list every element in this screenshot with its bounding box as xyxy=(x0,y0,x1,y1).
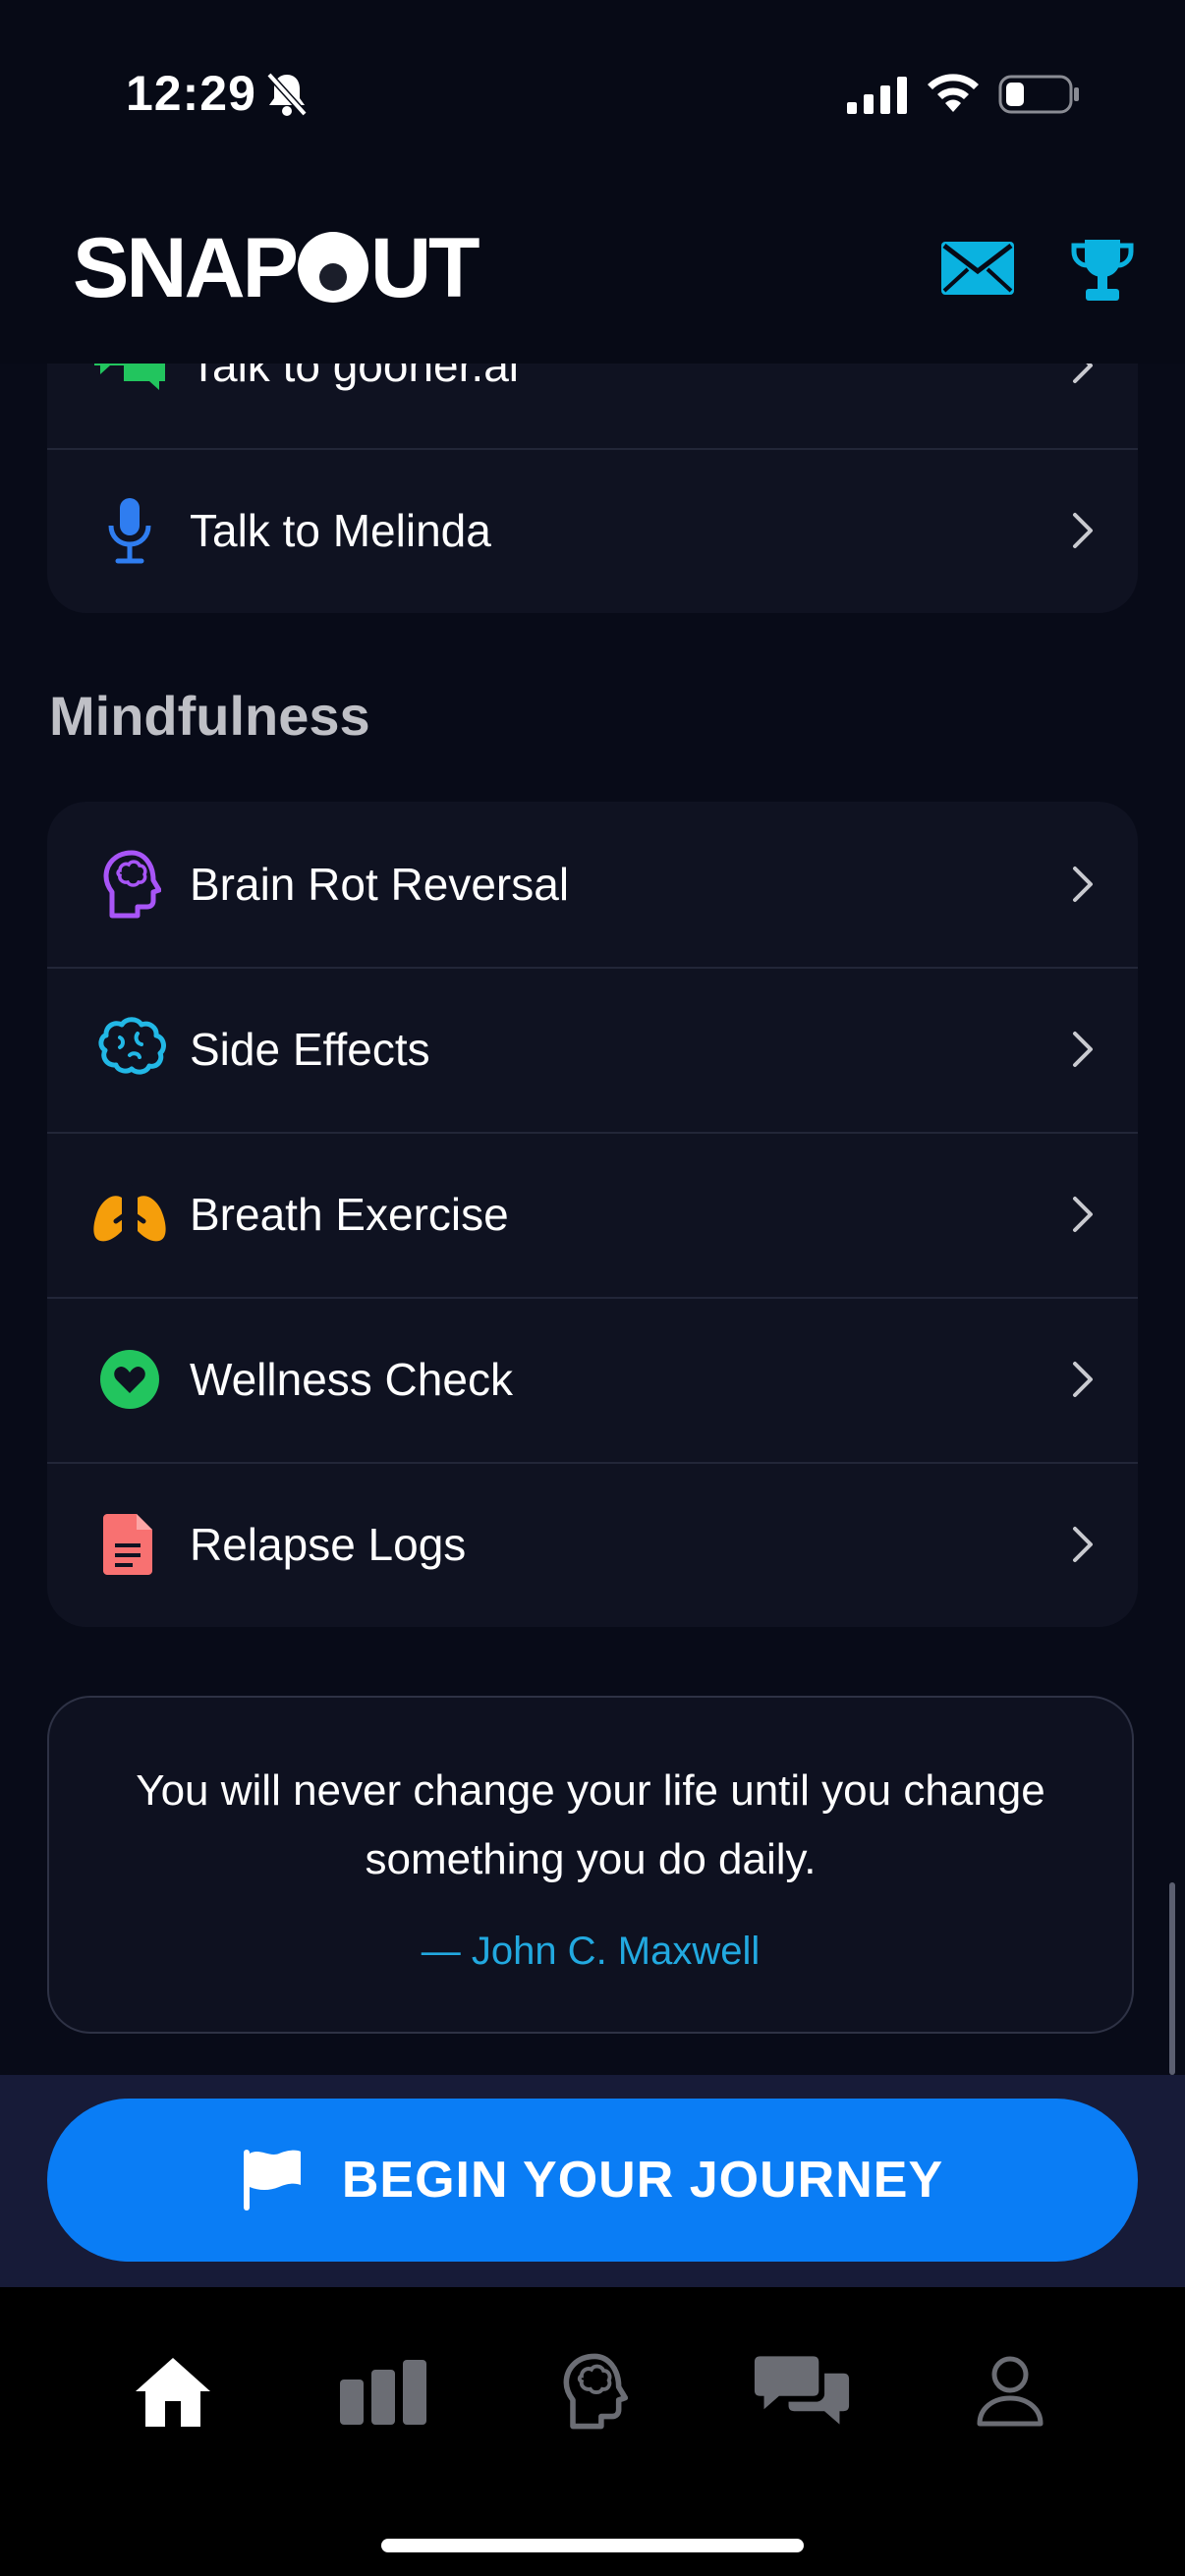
brain-icon xyxy=(90,1010,169,1089)
list-item-label: Side Effects xyxy=(190,1024,430,1075)
scrollbar[interactable] xyxy=(1169,1882,1175,2075)
flag-icon xyxy=(243,2150,301,2211)
wifi-icon xyxy=(928,74,979,112)
trophy-icon[interactable] xyxy=(1071,238,1134,303)
chevron-right-icon xyxy=(1073,1032,1093,1067)
list-item-wellness-check[interactable]: Wellness Check xyxy=(47,1297,1138,1464)
heart-circle-icon xyxy=(90,1340,169,1419)
tab-mind[interactable] xyxy=(543,2342,642,2440)
list-item-breath-exercise[interactable]: Breath Exercise xyxy=(47,1132,1138,1299)
chevron-right-icon xyxy=(1073,1362,1093,1397)
list-item-label: Wellness Check xyxy=(190,1354,513,1405)
home-indicator[interactable] xyxy=(381,2539,804,2552)
list-item-label: Brain Rot Reversal xyxy=(190,859,570,910)
app-logo: SNAP UT xyxy=(73,221,480,315)
mindfulness-card: Brain Rot Reversal Side Effects Breath E… xyxy=(47,802,1138,1627)
begin-journey-button[interactable]: BEGIN YOUR JOURNEY xyxy=(47,2099,1138,2262)
list-item-side-effects[interactable]: Side Effects xyxy=(47,967,1138,1134)
quote-card: You will never change your life until yo… xyxy=(47,1696,1134,2034)
head-brain-icon xyxy=(563,2353,628,2430)
chevron-right-icon xyxy=(1073,513,1093,548)
document-icon xyxy=(90,1505,169,1584)
list-item-label: Talk to Melinda xyxy=(190,505,491,556)
cta-bar: BEGIN YOUR JOURNEY xyxy=(0,2075,1185,2287)
chat-bubbles-icon xyxy=(754,2356,850,2425)
lungs-icon xyxy=(90,1175,169,1254)
battery-icon xyxy=(998,75,1079,114)
home-icon xyxy=(136,2358,210,2427)
tab-profile[interactable] xyxy=(961,2342,1059,2440)
chevron-right-icon xyxy=(1073,1197,1093,1232)
mail-icon[interactable] xyxy=(941,242,1014,295)
status-time: 12:29 xyxy=(126,66,256,121)
head-brain-icon xyxy=(90,845,169,924)
quote-author: — John C. Maxwell xyxy=(421,1930,761,1973)
chevron-right-icon xyxy=(1073,1527,1093,1562)
app-header: SNAP UT xyxy=(0,187,1185,364)
status-bar: 12:29 xyxy=(0,0,1185,187)
cellular-signal-icon xyxy=(847,77,907,114)
tab-home[interactable] xyxy=(124,2342,222,2440)
begin-journey-label: BEGIN YOUR JOURNEY xyxy=(341,2152,944,2209)
microphone-icon xyxy=(90,491,169,570)
bar-chart-icon xyxy=(340,2360,426,2425)
tab-bar xyxy=(0,2287,1185,2576)
quote-text: You will never change your life until yo… xyxy=(136,1766,1045,1883)
tab-chat[interactable] xyxy=(753,2342,851,2440)
section-title-mindfulness: Mindfulness xyxy=(49,685,370,747)
list-item-relapse-logs[interactable]: Relapse Logs xyxy=(47,1462,1138,1627)
list-item-talk-to-melinda[interactable]: Talk to Melinda xyxy=(47,448,1138,613)
list-item-brain-rot-reversal[interactable]: Brain Rot Reversal xyxy=(47,802,1138,969)
chevron-right-icon xyxy=(1073,867,1093,902)
bell-muted-icon xyxy=(266,72,308,117)
person-icon xyxy=(977,2356,1044,2427)
list-item-label: Breath Exercise xyxy=(190,1189,509,1240)
list-item-label: Relapse Logs xyxy=(190,1519,467,1570)
tab-stats[interactable] xyxy=(334,2342,432,2440)
